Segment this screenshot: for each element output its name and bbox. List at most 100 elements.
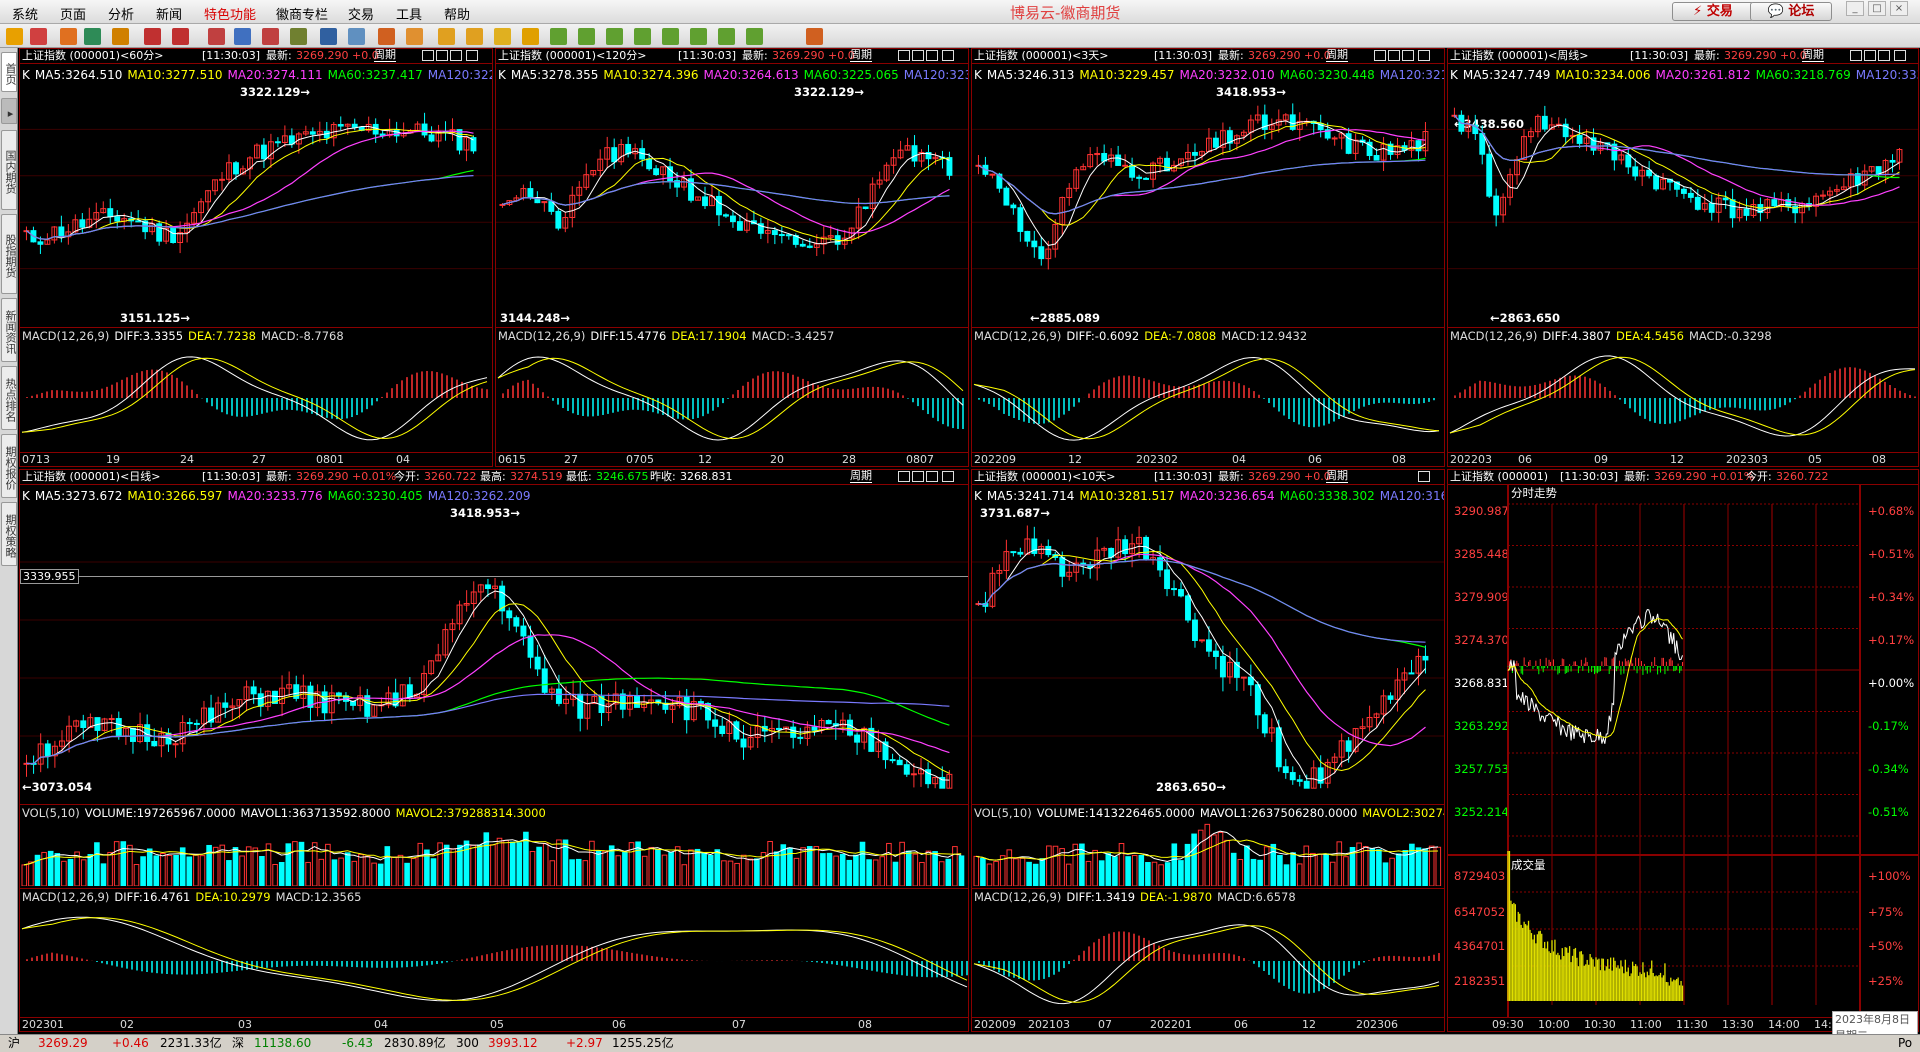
toolbar-icon[interactable] [6, 28, 23, 45]
toolbar-icon[interactable] [234, 28, 251, 45]
menu-help[interactable]: 帮助 [444, 4, 470, 23]
menu-tools[interactable]: 工具 [396, 4, 422, 23]
period-button[interactable]: 周期 [1802, 49, 1824, 62]
panel-ctl-icon[interactable] [898, 471, 910, 482]
kline-panel-weekly[interactable]: 上证指数 (000001)<周线> [11:30:03] 最新: 3269.29… [1447, 48, 1919, 467]
candle-body [1486, 153, 1493, 197]
panel-maximize-icon[interactable] [1418, 50, 1430, 61]
menu-huishang[interactable]: 徽商专栏 [276, 4, 328, 23]
sidetab-news[interactable]: 新闻资讯 [1, 298, 17, 362]
candle-body [193, 722, 200, 725]
panel-ctl-icon[interactable] [926, 471, 938, 482]
volume-bar [166, 855, 173, 886]
maximize-icon[interactable]: □ [1868, 1, 1886, 16]
panel-ctl-icon[interactable] [450, 50, 462, 61]
panel-maximize-icon[interactable] [466, 50, 478, 61]
kline-panel-10day[interactable]: 上证指数 (000001)<10天> [11:30:03] 最新: 3269.2… [971, 469, 1445, 1032]
menu-page[interactable]: 页面 [60, 4, 86, 23]
toolbar-icon[interactable] [406, 28, 423, 45]
toolbar-icon[interactable] [172, 28, 189, 45]
panel-ctl-icon[interactable] [912, 50, 924, 61]
panel-ctl-icon[interactable] [436, 50, 448, 61]
toolbar-icon[interactable] [348, 28, 365, 45]
panel-ctl-icon[interactable] [912, 471, 924, 482]
toolbar-icon[interactable] [494, 28, 511, 45]
kline-panel-120min[interactable]: 上证指数 (000001)<120分> [11:30:03] 最新: 3269.… [495, 48, 969, 467]
panel-ctl-icon[interactable] [926, 50, 938, 61]
trade-button[interactable]: ⚡ 交易 [1672, 2, 1754, 21]
toolbar-icon[interactable] [806, 28, 823, 45]
toolbar-icon[interactable] [84, 28, 101, 45]
kline-panel-3day[interactable]: 上证指数 (000001)<3天> [11:30:03] 最新: 3269.29… [971, 48, 1445, 467]
panel-ctl-icon[interactable] [1850, 50, 1862, 61]
toolbar-icon[interactable] [30, 28, 47, 45]
toolbar-icon[interactable] [112, 28, 129, 45]
panel-maximize-icon[interactable] [1418, 471, 1430, 482]
forum-button[interactable]: 💬 论坛 [1750, 2, 1832, 21]
toolbar-icon[interactable] [550, 28, 567, 45]
menu-news[interactable]: 新闻 [156, 4, 182, 23]
panel-maximize-icon[interactable] [942, 50, 954, 61]
toolbar-icon[interactable] [262, 28, 279, 45]
panel-ctl-icon[interactable] [422, 50, 434, 61]
toolbar-icon[interactable] [320, 28, 337, 45]
close-icon[interactable]: × [1890, 1, 1908, 16]
volume-bar [859, 841, 866, 886]
sidetab-option-strategy[interactable]: 期权策略 [1, 502, 17, 566]
period-button[interactable]: 周期 [1326, 49, 1348, 62]
toolbar-icon[interactable] [690, 28, 707, 45]
menu-special[interactable]: 特色功能 [204, 4, 256, 23]
toolbar-icon[interactable] [438, 28, 455, 45]
toolbar-icon[interactable] [60, 28, 77, 45]
panel-maximize-icon[interactable] [1894, 50, 1906, 61]
sidetab-toggle[interactable]: ▸ [1, 98, 17, 124]
toolbar-icon[interactable] [606, 28, 623, 45]
volume-bar [107, 851, 113, 886]
toolbar-icon[interactable] [378, 28, 395, 45]
sidetab-hot-rank[interactable]: 热点排名 [1, 366, 17, 430]
vol-legend: VOL(5,10) VOLUME:1413226465.0000 MAVOL1:26… [974, 806, 1444, 820]
menu-trade[interactable]: 交易 [348, 4, 374, 23]
menu-system[interactable]: 系统 [12, 4, 38, 23]
panel-ctl-icon[interactable] [1388, 50, 1400, 61]
sidetab-domestic-futures[interactable]: 国内期货 [1, 130, 17, 210]
volume-bar [879, 856, 886, 886]
kline-panel-60min[interactable]: 上证指数 (000001)<60分> [11:30:03] 最新: 3269.2… [19, 48, 493, 467]
period-button[interactable]: 周期 [850, 470, 872, 483]
sidetab-index-futures[interactable]: 股指期货 [1, 214, 17, 294]
panel-ctl-icon[interactable] [1402, 50, 1414, 61]
period-button[interactable]: 周期 [850, 49, 872, 62]
sidetab-option-quote[interactable]: 期权报价 [1, 434, 17, 498]
sidetab-home[interactable]: 首页 [1, 52, 17, 92]
volume-bar [311, 842, 318, 886]
volume-bar [721, 860, 727, 886]
toolbar-icon[interactable] [522, 28, 539, 45]
panel-ctl-icon[interactable] [1878, 50, 1890, 61]
candle-body [1199, 639, 1205, 642]
panel-ctl-icon[interactable] [898, 50, 910, 61]
toolbar-icon[interactable] [746, 28, 763, 45]
toolbar-icon[interactable] [208, 28, 225, 45]
toolbar-icon[interactable] [718, 28, 735, 45]
panel-ctl-icon[interactable] [1374, 50, 1386, 61]
macd-chart [21, 356, 488, 441]
toolbar-icon[interactable] [578, 28, 595, 45]
vol-legend: VOL(5,10) VOLUME:197265967.0000 MAVOL1:363… [22, 806, 546, 820]
toolbar-icon[interactable] [634, 28, 651, 45]
candle-body [1254, 684, 1261, 716]
toolbar-icon[interactable] [290, 28, 307, 45]
kline-panel-daily[interactable]: 上证指数 (000001)<日线> [11:30:03] 最新: 3269.29… [19, 469, 969, 1032]
candle-body [1178, 589, 1184, 597]
candle-body [716, 195, 722, 216]
period-button[interactable]: 周期 [374, 49, 396, 62]
period-button[interactable]: 周期 [1326, 470, 1348, 483]
toolbar-icon[interactable] [662, 28, 679, 45]
panel-maximize-icon[interactable] [942, 471, 954, 482]
toolbar-icon[interactable] [466, 28, 483, 45]
toolbar-icon[interactable] [144, 28, 161, 45]
menu-analysis[interactable]: 分析 [108, 4, 134, 23]
csi300-change: +2.97 [566, 1036, 603, 1050]
minimize-icon[interactable]: _ [1846, 1, 1864, 16]
timeline-panel[interactable]: 上证指数 (000001) [11:30:03] 最新: 3269.290 +0… [1447, 469, 1919, 1032]
panel-ctl-icon[interactable] [1864, 50, 1876, 61]
